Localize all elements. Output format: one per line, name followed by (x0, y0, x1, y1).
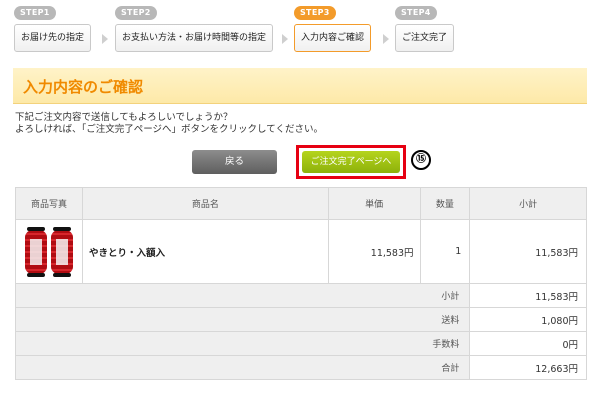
header-qty: 数量 (419, 187, 471, 220)
header-price: 単価 (327, 187, 421, 220)
step-arrow-icon (282, 34, 288, 44)
step-number-marker: ⑮ (411, 150, 431, 170)
step-3-tag: STEP3 (294, 6, 336, 20)
summary-row-shipping: 送料 1,080円 (14, 307, 587, 332)
step-4-label: ご注文完了 (395, 24, 455, 52)
step-bar: STEP1 お届け先の指定 STEP2 お支払い方法・お届け時間等の指定 STE… (0, 6, 600, 56)
title-bar: 入力内容のご確認 (13, 68, 587, 104)
step-arrow-icon (383, 34, 389, 44)
summary-label: 合計 (14, 355, 471, 380)
confirmation-notice: 下記ご注文内容で送信してもよろしいでしょうか？ よろしければ、「ご注文完了ページ… (15, 112, 323, 135)
summary-value: 12,663円 (469, 355, 587, 380)
confirm-button-highlight: ご注文完了ページへ (296, 145, 406, 179)
back-button[interactable]: 戻る (192, 150, 277, 174)
table-row: やきとり・入額入 11,583円 1 11,583円 (15, 219, 587, 284)
summary-row-subtotal: 小計 11,583円 (14, 283, 587, 308)
summary-value: 1,080円 (469, 307, 587, 332)
order-table: 商品写真 商品名 単価 数量 小計 やきとり・入額入 11,583円 1 11,… (14, 187, 587, 380)
header-name: 商品名 (81, 187, 329, 220)
product-photo-cell (15, 219, 83, 284)
product-qty: 1 (419, 219, 471, 284)
lantern-icon (24, 226, 47, 277)
step-2-tag: STEP2 (115, 6, 157, 20)
summary-label: 小計 (14, 283, 471, 308)
page-title: 入力内容のご確認 (23, 78, 144, 96)
product-name: やきとり・入額入 (81, 219, 329, 284)
summary-label: 送料 (14, 307, 471, 332)
step-1-label: お届け先の指定 (14, 24, 92, 52)
summary-row-total: 合計 12,663円 (14, 355, 587, 380)
step-4-tag: STEP4 (395, 6, 437, 20)
step-2-label: お支払い方法・お届け時間等の指定 (115, 24, 274, 52)
step-arrow-icon (102, 34, 108, 44)
table-header-row: 商品写真 商品名 単価 数量 小計 (15, 187, 587, 220)
product-lantern-image (21, 225, 77, 279)
step-3-label: 入力内容ご確認 (294, 24, 372, 52)
confirm-order-button[interactable]: ご注文完了ページへ (302, 151, 400, 173)
summary-row-fee: 手数料 0円 (14, 331, 587, 356)
product-price: 11,583円 (327, 219, 421, 284)
product-subtotal: 11,583円 (469, 219, 587, 284)
summary-label: 手数料 (14, 331, 471, 356)
summary-value: 0円 (469, 331, 587, 356)
summary-value: 11,583円 (469, 283, 587, 308)
header-photo: 商品写真 (15, 187, 83, 220)
header-subtotal: 小計 (469, 187, 587, 220)
step-1-tag: STEP1 (14, 6, 56, 20)
lantern-icon (50, 226, 73, 277)
